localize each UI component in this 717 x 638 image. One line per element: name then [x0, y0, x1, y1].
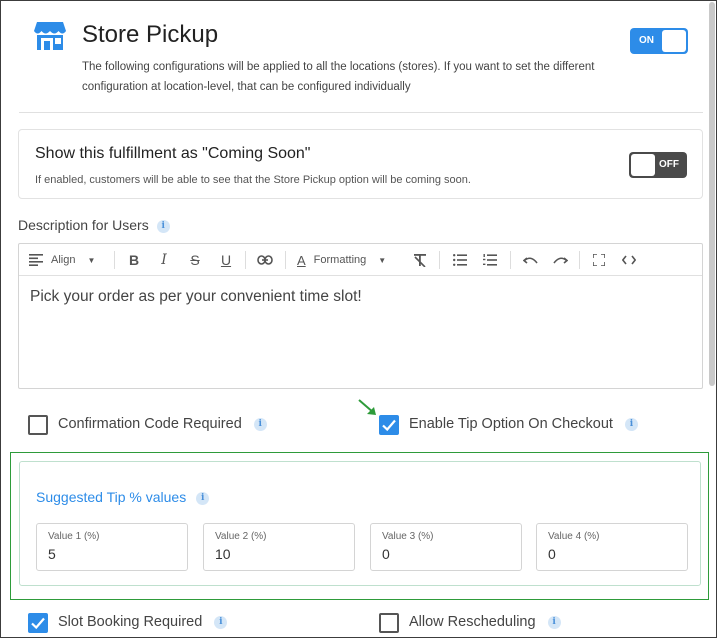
toolbar-separator — [579, 251, 580, 269]
suggested-tip-panel: Suggested Tip % values i Value 1 (%) 5 Va… — [19, 461, 701, 586]
numbered-list-icon — [483, 254, 497, 266]
confirmation-code-label: Confirmation Code Required i — [58, 416, 267, 432]
toggle-knob — [631, 154, 655, 176]
info-icon[interactable]: i — [156, 219, 170, 233]
toggle-label: ON — [639, 35, 654, 46]
toolbar-separator — [510, 251, 511, 269]
divider — [19, 112, 703, 113]
info-icon[interactable]: i — [214, 615, 228, 629]
redo-button[interactable] — [549, 244, 571, 276]
rich-text-editor: Align ▼ B I S U A Formatting ▼ Pick your… — [18, 243, 703, 389]
coming-soon-title: Show this fulfillment as "Coming Soon" — [35, 145, 311, 162]
font-color-icon: A — [297, 252, 306, 268]
tip-value-3-field[interactable]: Value 3 (%) 0 — [370, 523, 522, 571]
italic-button[interactable]: I — [153, 244, 175, 276]
tip-value-4-field[interactable]: Value 4 (%) 0 — [536, 523, 688, 571]
tip-value-2-input[interactable]: 10 — [215, 546, 231, 562]
clear-format-button[interactable] — [409, 244, 431, 276]
scrollbar[interactable] — [709, 2, 715, 386]
code-icon — [622, 255, 636, 265]
tip-value-1-label: Value 1 (%) — [48, 531, 100, 542]
toolbar-separator — [439, 251, 440, 269]
confirmation-code-text: Confirmation Code Required — [58, 416, 242, 432]
italic-icon: I — [161, 252, 167, 268]
fullscreen-button[interactable] — [588, 244, 610, 276]
tip-value-1-input[interactable]: 5 — [48, 546, 56, 562]
info-icon[interactable]: i — [547, 615, 561, 629]
toolbar-separator — [114, 251, 115, 269]
tip-value-4-label: Value 4 (%) — [548, 531, 600, 542]
undo-icon — [522, 257, 538, 264]
strikethrough-icon: S — [190, 252, 200, 268]
info-icon[interactable]: i — [624, 417, 638, 431]
page-description: The following configurations will be app… — [82, 61, 595, 93]
redo-icon — [552, 257, 568, 264]
bold-icon: B — [128, 252, 140, 268]
suggested-tip-title-text: Suggested Tip % values — [36, 489, 187, 505]
check-icon — [382, 419, 396, 432]
coming-soon-toggle[interactable]: OFF — [629, 152, 687, 178]
bullet-list-icon — [453, 254, 467, 266]
tip-highlight-box: Suggested Tip % values i Value 1 (%) 5 Va… — [10, 452, 709, 600]
toggle-knob — [662, 30, 686, 52]
check-icon — [31, 617, 45, 630]
numbered-list-button[interactable] — [479, 244, 501, 276]
tip-value-3-input[interactable]: 0 — [382, 546, 390, 562]
tip-value-4-input[interactable]: 0 — [548, 546, 556, 562]
editor-content[interactable]: Pick your order as per your convenient t… — [30, 288, 362, 306]
underline-button[interactable]: U — [215, 244, 237, 276]
caret-down-icon: ▼ — [378, 255, 387, 265]
tip-value-3-label: Value 3 (%) — [382, 531, 434, 542]
toggle-label: OFF — [659, 159, 679, 170]
fullscreen-icon — [593, 254, 605, 266]
code-view-button[interactable] — [618, 244, 640, 276]
arrow-icon — [358, 399, 376, 415]
coming-soon-description: If enabled, customers will be able to se… — [35, 174, 471, 186]
tip-value-1-field[interactable]: Value 1 (%) 5 — [36, 523, 188, 571]
bold-button[interactable]: B — [123, 244, 145, 276]
align-label: Align — [51, 254, 76, 266]
strikethrough-button[interactable]: S — [184, 244, 206, 276]
slot-booking-text: Slot Booking Required — [58, 614, 203, 630]
slot-booking-label: Slot Booking Required i — [58, 614, 228, 630]
description-label-text: Description for Users — [18, 217, 149, 233]
suggested-tip-title: Suggested Tip % values i — [36, 489, 210, 505]
toolbar-separator — [245, 251, 246, 269]
slot-booking-checkbox[interactable] — [28, 613, 48, 633]
description-label: Description for Users i — [18, 217, 170, 233]
store-icon — [34, 22, 66, 50]
page-title: Store Pickup — [82, 21, 219, 48]
clear-format-icon — [414, 253, 426, 267]
tip-value-2-label: Value 2 (%) — [215, 531, 267, 542]
rescheduling-label: Allow Rescheduling i — [409, 614, 561, 630]
align-dropdown[interactable]: Align ▼ — [29, 244, 104, 276]
link-icon — [257, 255, 273, 265]
rescheduling-text: Allow Rescheduling — [409, 614, 536, 630]
formatting-dropdown[interactable]: A Formatting ▼ — [297, 244, 397, 276]
align-left-icon — [29, 254, 43, 266]
undo-button[interactable] — [519, 244, 541, 276]
rescheduling-checkbox[interactable] — [379, 613, 399, 633]
info-icon[interactable]: i — [196, 491, 210, 505]
tip-option-text: Enable Tip Option On Checkout — [409, 416, 613, 432]
tip-value-2-field[interactable]: Value 2 (%) 10 — [203, 523, 355, 571]
tip-option-checkbox[interactable] — [379, 415, 399, 435]
caret-down-icon: ▼ — [87, 255, 96, 265]
coming-soon-card: Show this fulfillment as "Coming Soon" I… — [18, 129, 703, 199]
toolbar-separator — [285, 251, 286, 269]
info-icon[interactable]: i — [253, 417, 267, 431]
store-pickup-toggle[interactable]: ON — [630, 28, 688, 54]
tip-option-label: Enable Tip Option On Checkout i — [409, 416, 638, 432]
confirmation-code-checkbox[interactable] — [28, 415, 48, 435]
link-button[interactable] — [253, 244, 277, 276]
settings-window: Store Pickup The following configuration… — [0, 0, 717, 638]
formatting-label: Formatting — [313, 254, 367, 266]
editor-toolbar: Align ▼ B I S U A Formatting ▼ — [19, 244, 702, 276]
bullet-list-button[interactable] — [449, 244, 471, 276]
underline-icon: U — [220, 252, 232, 268]
